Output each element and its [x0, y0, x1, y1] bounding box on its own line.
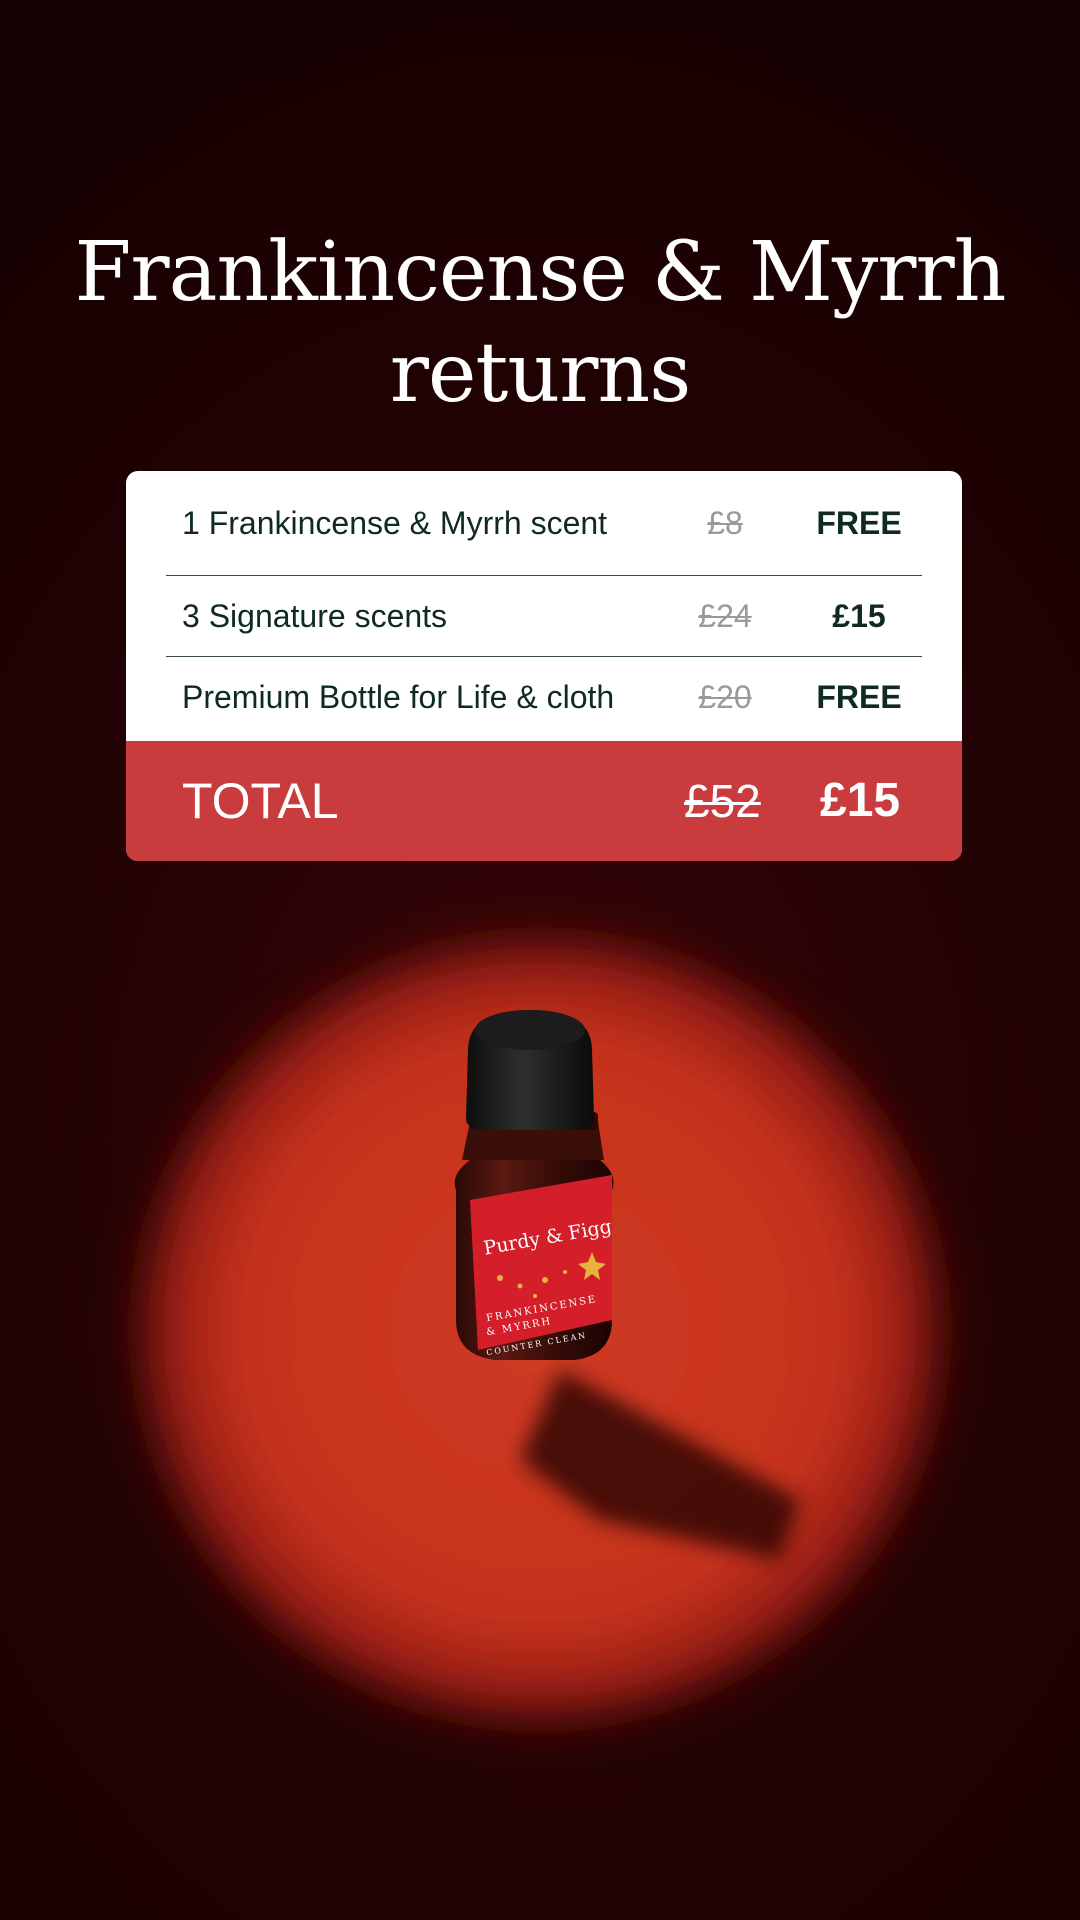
headline-line-2: returns [389, 326, 692, 421]
offer-row: 1 Frankincense & Myrrh scent £8 FREE [166, 471, 922, 576]
offer-row: Premium Bottle for Life & cloth £20 FREE [166, 657, 922, 737]
offer-card: 1 Frankincense & Myrrh scent £8 FREE 3 S… [126, 471, 962, 861]
offer-item-price: FREE [816, 678, 902, 715]
offer-item-original-price: £20 [698, 678, 752, 715]
offer-item-price: £15 [832, 597, 886, 634]
headline-line-1: Frankincense & Myrrh [74, 225, 1006, 320]
offer-row: 3 Signature scents £24 £15 [166, 576, 922, 657]
total-original-price: £52 [684, 775, 761, 827]
offer-item-label: 3 Signature scents [182, 597, 448, 634]
offer-item-original-price: £24 [698, 597, 752, 634]
offer-item-original-price: £8 [707, 504, 743, 541]
total-bar: TOTAL £52 £15 [126, 741, 962, 861]
total-label: TOTAL [182, 773, 339, 829]
offer-item-price: FREE [816, 504, 902, 541]
total-price: £15 [820, 774, 901, 827]
headline: Frankincense & Myrrh returns [40, 222, 1040, 424]
bottle: Purdy & Figg FRANKINCENSE & MYRRH COUNTE… [454, 1010, 614, 1360]
offer-item-label: Premium Bottle for Life & cloth [182, 678, 615, 715]
offer-item-label: 1 Frankincense & Myrrh scent [182, 504, 608, 541]
product-photo: Purdy & Figg FRANKINCENSE & MYRRH COUNTE… [110, 910, 970, 1750]
